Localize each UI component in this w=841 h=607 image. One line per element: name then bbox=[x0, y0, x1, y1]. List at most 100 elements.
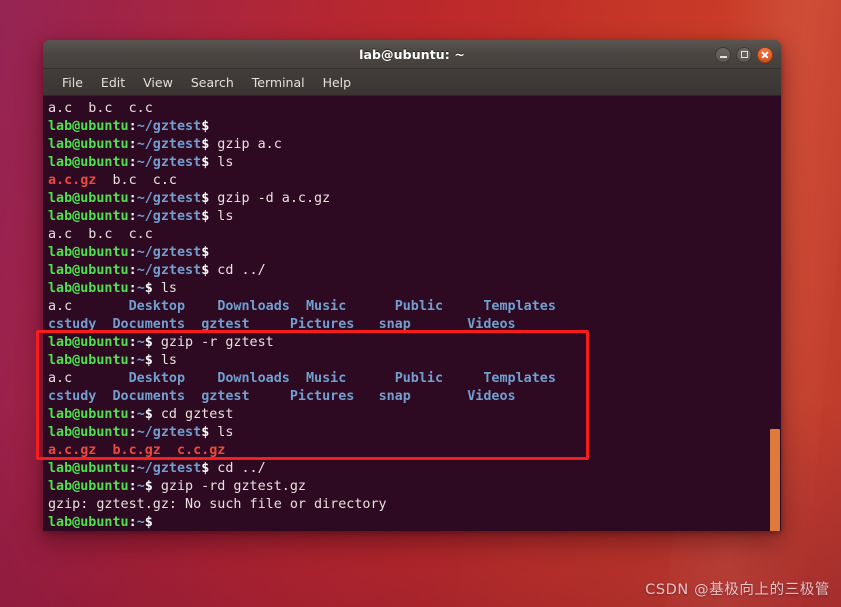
terminal-output-line: a.c b.c c.c bbox=[48, 226, 781, 244]
prompt-command: ls bbox=[209, 425, 234, 440]
output-segment: Music bbox=[306, 371, 347, 386]
terminal-output-line: a.c Desktop Downloads Music Public Templ… bbox=[48, 370, 781, 388]
maximize-button[interactable] bbox=[736, 46, 752, 63]
prompt-command: cd ../ bbox=[209, 263, 266, 278]
prompt-colon: : bbox=[128, 245, 137, 260]
prompt-user-host: lab@ubuntu bbox=[48, 353, 129, 368]
prompt-user-host: lab@ubuntu bbox=[48, 515, 129, 530]
terminal-prompt-line: lab@ubuntu:~/gztest$ cd ../ bbox=[48, 262, 781, 280]
menu-item-help[interactable]: Help bbox=[314, 72, 361, 93]
terminal-prompt-line: lab@ubuntu:~$ cd gztest bbox=[48, 406, 781, 424]
prompt-user-host: lab@ubuntu bbox=[48, 245, 129, 260]
prompt-colon: : bbox=[128, 515, 137, 530]
prompt-dollar: $ bbox=[144, 281, 153, 296]
menu-item-edit[interactable]: Edit bbox=[92, 72, 134, 93]
output-segment: gztest bbox=[201, 317, 250, 332]
output-segment bbox=[250, 317, 290, 332]
prompt-command: gzip -rd gztest.gz bbox=[152, 479, 306, 494]
terminal-scrollbar-track[interactable] bbox=[769, 96, 781, 531]
output-segment bbox=[290, 371, 306, 386]
output-segment: b.c c.c bbox=[96, 173, 177, 188]
output-segment: Downloads bbox=[217, 371, 290, 386]
output-segment: a.c.gz bbox=[48, 173, 97, 188]
output-segment bbox=[185, 389, 201, 404]
prompt-colon: : bbox=[128, 353, 137, 368]
output-segment: Desktop bbox=[128, 371, 186, 386]
prompt-command: cd gztest bbox=[152, 407, 234, 422]
output-segment bbox=[185, 317, 201, 332]
prompt-colon: : bbox=[128, 119, 137, 134]
prompt-colon: : bbox=[128, 407, 137, 422]
prompt-user-host: lab@ubuntu bbox=[48, 191, 129, 206]
terminal-prompt-line: lab@ubuntu:~/gztest$ gzip -d a.c.gz bbox=[48, 190, 781, 208]
output-segment bbox=[411, 389, 467, 404]
output-segment bbox=[443, 371, 483, 386]
prompt-user-host: lab@ubuntu bbox=[48, 281, 129, 296]
menu-bar: File Edit View Search Terminal Help bbox=[43, 69, 781, 96]
terminal-prompt-line: lab@ubuntu:~/gztest$ bbox=[48, 244, 781, 262]
output-segment bbox=[185, 299, 217, 314]
prompt-command: ls bbox=[209, 155, 234, 170]
terminal-prompt-line: lab@ubuntu:~$ ls bbox=[48, 280, 781, 298]
menu-item-search[interactable]: Search bbox=[182, 72, 243, 93]
output-segment: Public bbox=[394, 299, 444, 314]
prompt-command: cd ../ bbox=[209, 461, 266, 476]
output-segment bbox=[354, 317, 378, 332]
prompt-colon: : bbox=[128, 335, 137, 350]
terminal-prompt-line: lab@ubuntu:~$ gzip -rd gztest.gz bbox=[48, 478, 781, 496]
output-segment bbox=[96, 389, 112, 404]
output-segment bbox=[161, 443, 177, 458]
prompt-colon: : bbox=[128, 425, 137, 440]
output-segment: c.c.gz bbox=[177, 443, 226, 458]
terminal-window: lab@ubuntu: ~ File Edit View Search Terminal… bbox=[43, 40, 781, 531]
menu-item-file[interactable]: File bbox=[53, 72, 92, 93]
menu-item-view[interactable]: View bbox=[134, 72, 182, 93]
prompt-user-host: lab@ubuntu bbox=[48, 335, 129, 350]
prompt-path: ~/gztest bbox=[136, 263, 202, 278]
prompt-dollar: $ bbox=[144, 479, 153, 494]
prompt-user-host: lab@ubuntu bbox=[48, 119, 129, 134]
output-segment: Templates bbox=[483, 299, 556, 314]
prompt-colon: : bbox=[128, 137, 137, 152]
terminal-output-line: a.c Desktop Downloads Music Public Templ… bbox=[48, 298, 781, 316]
output-segment bbox=[346, 299, 394, 314]
output-segment: Pictures bbox=[289, 389, 355, 404]
output-segment: Documents bbox=[112, 389, 186, 404]
prompt-path: ~ bbox=[136, 515, 145, 530]
output-segment: Documents bbox=[112, 317, 186, 332]
prompt-command: ls bbox=[152, 281, 177, 296]
terminal-output-line: gzip: gztest.gz: No such file or directo… bbox=[48, 496, 781, 514]
prompt-path: ~/gztest bbox=[136, 119, 202, 134]
output-segment: Videos bbox=[467, 389, 516, 404]
terminal-body[interactable]: a.c b.c c.c lab@ubuntu:~/gztest$ lab@ubunt… bbox=[43, 96, 781, 531]
close-button[interactable] bbox=[757, 46, 773, 63]
prompt-user-host: lab@ubuntu bbox=[48, 425, 129, 440]
output-segment: cstudy bbox=[48, 317, 97, 332]
minimize-button[interactable] bbox=[715, 46, 731, 63]
output-segment bbox=[411, 317, 467, 332]
prompt-dollar: $ bbox=[144, 353, 153, 368]
terminal-scrollbar-thumb[interactable] bbox=[770, 429, 780, 531]
minimize-icon bbox=[719, 55, 727, 58]
prompt-user-host: lab@ubuntu bbox=[48, 209, 129, 224]
prompt-command: ls bbox=[209, 209, 234, 224]
output-segment: gztest bbox=[201, 389, 250, 404]
prompt-path: ~/gztest bbox=[136, 209, 202, 224]
prompt-user-host: lab@ubuntu bbox=[48, 137, 129, 152]
close-icon bbox=[761, 51, 769, 59]
prompt-command: ls bbox=[152, 353, 177, 368]
output-segment bbox=[346, 371, 394, 386]
prompt-path: ~ bbox=[136, 281, 145, 296]
output-segment bbox=[443, 299, 483, 314]
prompt-path: ~/gztest bbox=[136, 191, 202, 206]
output-segment: snap bbox=[378, 317, 411, 332]
prompt-command: gzip -r gztest bbox=[152, 335, 274, 350]
output-segment: b.c.gz bbox=[112, 443, 161, 458]
window-titlebar[interactable]: lab@ubuntu: ~ bbox=[43, 40, 781, 69]
prompt-dollar: $ bbox=[144, 515, 153, 530]
terminal-output-line: a.c.gz b.c c.c bbox=[48, 172, 781, 190]
prompt-user-host: lab@ubuntu bbox=[48, 155, 129, 170]
menu-item-terminal[interactable]: Terminal bbox=[243, 72, 314, 93]
prompt-dollar: $ bbox=[144, 407, 153, 422]
prompt-path: ~/gztest bbox=[136, 137, 202, 152]
